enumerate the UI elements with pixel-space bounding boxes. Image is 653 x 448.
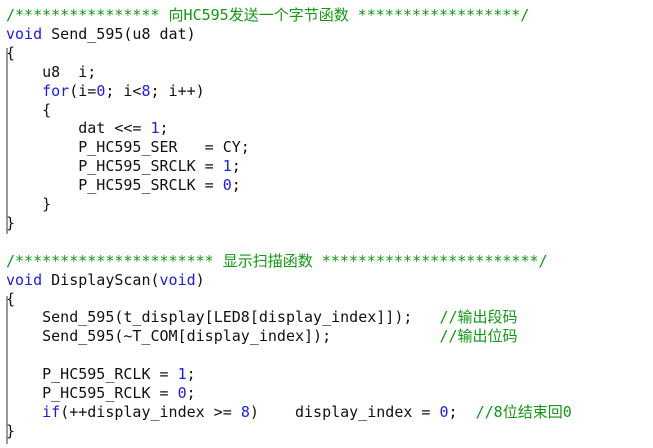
number-token: 1 [150,119,160,138]
code-line: { [6,44,15,63]
code-token: dat <<= [6,119,151,138]
comment-token: /********************** 显示扫描函数 *********… [6,251,548,270]
code-token: ; [186,365,196,384]
code-token: } [6,195,52,213]
code-token: ; [231,157,241,176]
code-token: (++display_index >= [60,402,241,421]
comment-token: //输出位码 [439,327,518,346]
code-token: ; [448,402,476,421]
code-line: if(++display_index >= 8) display_index =… [6,403,572,422]
number-token: 0 [177,384,187,402]
number-token: 1 [222,157,232,176]
code-line: P_HC595_SRCLK = 1; [6,157,241,176]
number-token: 1 [177,365,187,384]
code-token: DisplayScan( [42,270,160,289]
code-token: { [6,289,16,308]
code-line: void Send_595(u8 dat) [6,25,196,44]
code-line: } [6,214,15,233]
keyword-token: void [6,270,43,289]
number-token: 0 [439,402,449,421]
number-token: 0 [222,176,232,195]
code-token: Send_595(t_display[LED8[display_index]])… [6,308,440,327]
code-line: } [6,422,15,441]
code-line: P_HC595_RCLK = 0; [6,384,196,403]
comment-token: //8位结束回0 [475,402,572,421]
code-line: /********************** 显示扫描函数 *********… [6,252,548,271]
comment-token: /**************** 向HC595发送一个字节函数 *******… [6,6,530,24]
code-token: ; [159,119,169,138]
code-token: ; i++) [150,81,205,100]
code-token: P_HC595_SRCLK = [6,176,223,195]
code-line: void DisplayScan(void) [6,271,205,290]
number-token: 8 [141,81,151,100]
code-line: } [6,195,51,214]
number-token: 8 [240,402,250,421]
code-token: } [6,213,16,232]
code-token: P_HC595_SER = CY; [6,138,250,157]
code-token: ; i< [105,81,142,100]
code-line: Send_595(t_display[LED8[display_index]])… [6,308,518,327]
keyword-token: void [6,24,43,43]
keyword-token: for [42,81,70,100]
code-token: ) display_index = [249,402,440,421]
code-line: /**************** 向HC595发送一个字节函数 *******… [6,6,529,25]
comment-token: //输出段码 [439,308,518,327]
code-token: Send_595(u8 dat) [42,24,196,43]
number-token: 0 [96,81,106,100]
code-token: P_HC595_SRCLK = [6,157,223,176]
code-line: Send_595(~T_COM[display_index]); //输出位码 [6,327,518,346]
code-editor[interactable]: /**************** 向HC595发送一个字节函数 *******… [0,0,653,448]
code-token: ; [231,176,241,195]
code-token: { [6,100,52,119]
code-line: { [6,101,51,120]
code-token: P_HC595_RCLK = [6,384,178,402]
code-line: { [6,290,15,309]
code-token: ) [195,270,205,289]
keyword-token: void [159,270,196,289]
code-token: } [6,421,16,440]
code-line: P_HC595_SRCLK = 0; [6,176,241,195]
code-token: P_HC595_RCLK = [6,365,178,384]
code-token: u8 i; [6,62,97,81]
code-line: P_HC595_SER = CY; [6,138,250,157]
code-line: for(i=0; i<8; i++) [6,82,205,101]
code-line: P_HC595_RCLK = 1; [6,365,196,384]
code-line: u8 i; [6,63,96,82]
code-line: dat <<= 1; [6,119,169,138]
code-token: { [6,43,16,62]
code-token: ; [186,384,196,402]
code-token: Send_595(~T_COM[display_index]); [6,327,440,346]
code-token: (i= [69,81,97,100]
keyword-token: if [42,402,61,421]
